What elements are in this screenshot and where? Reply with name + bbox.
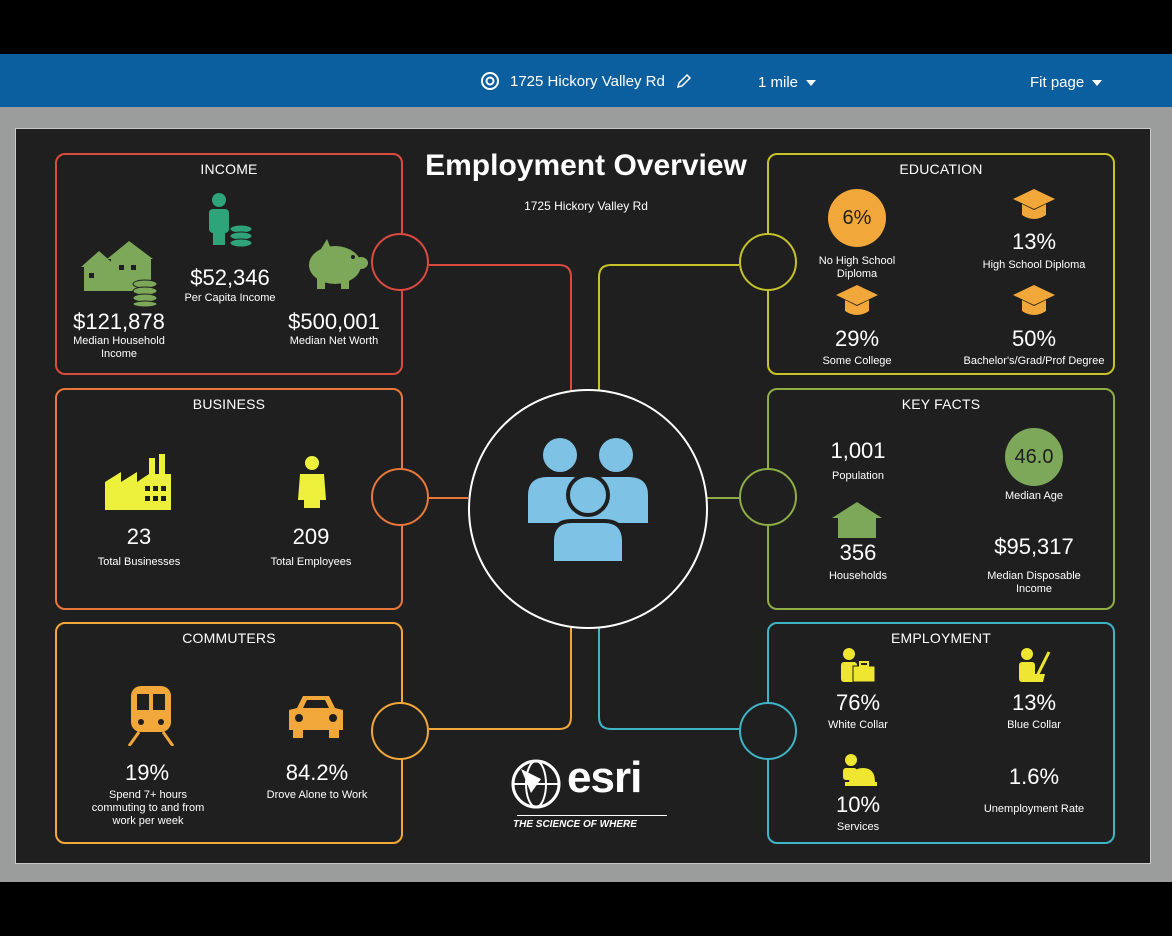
page-subtitle: 1725 Hickory Valley Rd	[524, 199, 648, 213]
pencil-icon[interactable]	[675, 72, 693, 90]
total-businesses-value: 23	[126, 524, 152, 549]
esri-wordmark: esri	[567, 753, 642, 802]
median-age-label: Median Age	[1004, 490, 1064, 502]
commuters-title: COMMUTERS	[182, 630, 276, 646]
business-panel: BUSINESS 23 Total Businesses 209 Total E…	[55, 388, 403, 610]
blue-collar-label: Blue Collar	[1007, 719, 1061, 731]
some-college-value: 29%	[834, 326, 880, 351]
graduation-cap-icon	[1013, 189, 1055, 219]
employment-connector-node	[739, 702, 797, 760]
median-household-income-label: Median Household Income	[73, 335, 165, 360]
commuters-connector-node	[371, 702, 429, 760]
business-title: BUSINESS	[192, 396, 266, 412]
broom-icon	[1019, 648, 1051, 682]
education-panel: EDUCATION 6% No High School Diploma 13% …	[767, 153, 1115, 375]
top-toolbar: 1725 Hickory Valley Rd 1 mile Fit page	[0, 54, 1172, 107]
unemployment-label: Unemployment Rate	[983, 803, 1085, 815]
population-value: 1,001	[830, 438, 886, 463]
globe-icon	[511, 759, 561, 809]
drove-alone-label: Drove Alone to Work	[266, 789, 368, 801]
employment-panel: EMPLOYMENT 76% White Collar 13% Blue Col…	[767, 622, 1115, 844]
graduation-cap-icon	[836, 285, 878, 315]
unemployment-value: 1.6%	[1008, 764, 1060, 789]
income-connector-node	[371, 233, 429, 291]
total-employees-value: 209	[292, 524, 330, 549]
education-connector-node	[739, 233, 797, 291]
disposable-income-label: Median Disposable Income	[987, 570, 1081, 595]
long-commute-label: Spend 7+ hours commuting to and from wor…	[91, 789, 205, 827]
address-control[interactable]: 1725 Hickory Valley Rd	[480, 68, 693, 94]
income-title: INCOME	[200, 161, 258, 177]
factory-icon	[105, 454, 171, 510]
bachelors-label: Bachelor's/Grad/Prof Degree	[963, 355, 1105, 367]
house-icon	[81, 241, 158, 307]
median-net-worth-value: $500,001	[288, 309, 380, 334]
bell-icon	[843, 754, 877, 786]
page-title: Employment Overview	[425, 149, 747, 182]
graduation-cap-icon	[1013, 285, 1055, 315]
hs-label: High School Diploma	[982, 259, 1086, 271]
commuters-panel: COMMUTERS 19% Spend 7+ hours commuting t…	[55, 622, 403, 844]
esri-logo: esri THE SCIENCE OF WHERE	[511, 753, 671, 831]
radius-dropdown[interactable]: 1 mile	[758, 74, 817, 91]
hs-value: 13%	[1011, 229, 1057, 254]
no-hs-value: 6%	[828, 189, 886, 247]
address-text: 1725 Hickory Valley Rd	[510, 72, 665, 90]
bottom-bar	[0, 882, 1172, 936]
bachelors-value: 50%	[1011, 326, 1057, 351]
total-businesses-label: Total Businesses	[97, 556, 181, 568]
person-icon	[209, 193, 253, 248]
chevron-down-icon	[1092, 79, 1103, 86]
drove-alone-value: 84.2%	[285, 760, 349, 785]
education-title: EDUCATION	[899, 161, 983, 177]
esri-tagline: THE SCIENCE OF WHERE	[513, 819, 637, 830]
median-household-income-value: $121,878	[73, 309, 165, 334]
services-label: Services	[836, 821, 880, 833]
house-icon	[832, 502, 882, 538]
white-collar-value: 76%	[835, 690, 881, 715]
key-facts-panel: KEY FACTS 1,001 Population 46.0 Median A…	[767, 388, 1115, 610]
blue-collar-value: 13%	[1011, 690, 1057, 715]
median-age-value: 46.0	[1005, 428, 1063, 486]
radius-label: 1 mile	[758, 74, 799, 91]
some-college-label: Some College	[822, 355, 892, 367]
chevron-down-icon	[806, 79, 817, 86]
per-capita-income-label: Per Capita Income	[184, 292, 276, 304]
key-facts-connector-node	[739, 468, 797, 526]
white-collar-label: White Collar	[828, 719, 888, 731]
services-value: 10%	[835, 792, 881, 817]
fit-label: Fit page	[1030, 74, 1085, 91]
target-icon	[481, 72, 499, 90]
disposable-income-value: $95,317	[994, 534, 1074, 559]
people-icon	[528, 438, 648, 565]
per-capita-income-value: $52,346	[190, 265, 270, 290]
employment-title: EMPLOYMENT	[890, 630, 991, 646]
long-commute-value: 19%	[124, 760, 170, 785]
households-value: 356	[839, 540, 877, 565]
fit-dropdown[interactable]: Fit page	[1030, 74, 1103, 91]
train-icon	[127, 686, 175, 746]
income-panel: INCOME $121,878 Median Household Income …	[55, 153, 403, 375]
business-connector-node	[371, 468, 429, 526]
car-icon	[289, 696, 343, 738]
no-hs-label: No High School Diploma	[818, 255, 896, 280]
central-hub	[468, 389, 708, 629]
median-net-worth-label: Median Net Worth	[289, 335, 379, 347]
infographic: Employment Overview 1725 Hickory Valley …	[15, 128, 1151, 864]
households-label: Households	[828, 570, 888, 582]
population-label: Population	[832, 470, 884, 482]
total-employees-label: Total Employees	[270, 556, 352, 568]
person-icon	[298, 456, 326, 508]
key-facts-title: KEY FACTS	[901, 396, 981, 412]
piggy-bank-icon	[309, 239, 368, 289]
briefcase-icon	[841, 648, 876, 683]
